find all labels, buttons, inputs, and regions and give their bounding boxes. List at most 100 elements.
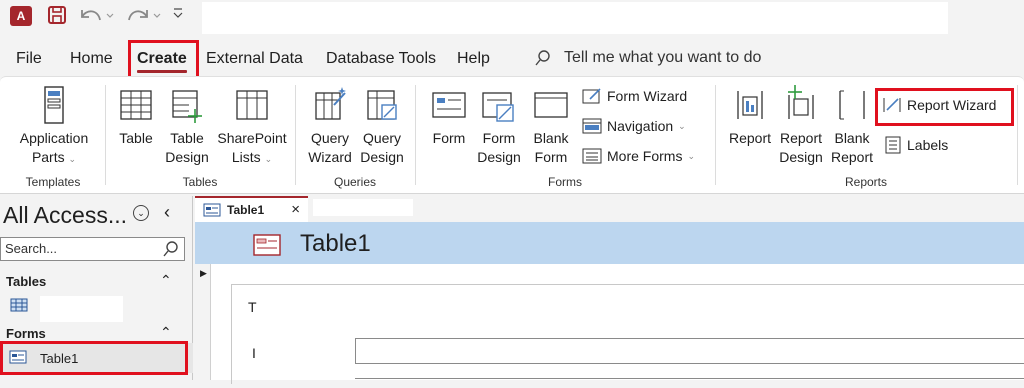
table-label: Table <box>119 130 153 146</box>
table-design-button[interactable]: Table Design <box>164 85 210 167</box>
form-body: ▶ T I <box>195 264 1024 384</box>
chevron-left-icon[interactable]: ‹ <box>164 202 170 223</box>
table-design-label-1: Table <box>170 130 204 146</box>
customize-toolbar-icon[interactable] <box>172 6 184 23</box>
application-parts-label-2: Parts <box>31 149 65 165</box>
nav-pane-title[interactable]: All Access... <box>3 202 127 229</box>
application-parts-button[interactable]: Application Parts ⌄ <box>14 85 94 169</box>
more-forms-label: More Forms <box>607 148 683 164</box>
table-icon <box>10 298 28 315</box>
navigation-icon <box>582 118 602 134</box>
labels-label: Labels <box>907 137 949 153</box>
chevron-down-icon: ⌄ <box>264 154 273 164</box>
form-wizard-icon <box>582 88 601 104</box>
table-button[interactable]: Table <box>116 85 156 148</box>
tab-label: Table1 <box>227 203 265 217</box>
navigation-label: Navigation <box>607 118 674 134</box>
tell-me-search[interactable]: Tell me what you want to do <box>534 49 761 67</box>
field-label: I <box>252 345 256 361</box>
chevron-down-icon[interactable]: ⌄ <box>133 205 149 221</box>
form-detail-area: T I <box>231 284 1024 384</box>
tab-home[interactable]: Home <box>70 50 113 68</box>
report-button[interactable]: Report <box>726 85 774 148</box>
blank-report-icon <box>839 90 865 120</box>
group-label-queries: Queries <box>333 175 377 189</box>
record-selector[interactable]: ▶ <box>195 264 211 380</box>
nav-item-table[interactable] <box>40 296 123 322</box>
form-icon <box>203 203 221 217</box>
report-design-icon <box>788 85 814 119</box>
redo-icon[interactable] <box>125 4 165 29</box>
table-icon <box>120 90 152 120</box>
form-icon <box>253 234 281 259</box>
query-wizard-label-1: Query <box>310 130 350 146</box>
query-design-label-1: Query <box>362 130 402 146</box>
group-label-templates: Templates <box>25 175 81 189</box>
highlight-nav-item-table1 <box>0 341 188 375</box>
form-design-label-1: Form <box>482 130 516 146</box>
tab-placeholder[interactable] <box>313 199 413 216</box>
tab-help[interactable]: Help <box>457 50 490 68</box>
undo-icon[interactable] <box>78 4 118 29</box>
access-logo-icon: A <box>10 6 32 26</box>
report-design-label-1: Report <box>779 130 823 146</box>
group-label-tables: Tables <box>182 175 218 189</box>
table-design-label-2: Design <box>165 149 209 165</box>
quick-access-toolbar: A <box>0 0 1024 38</box>
group-forms: Form Form Design Blank Form Form Wizard … <box>416 77 714 195</box>
tab-table1[interactable]: Table1 × <box>195 196 308 222</box>
table-design-icon <box>172 90 202 123</box>
sharepoint-lists-label-2: Lists <box>231 149 261 165</box>
tell-me-text: Tell me what you want to do <box>564 49 762 66</box>
tab-file[interactable]: File <box>16 50 42 68</box>
separator <box>1017 85 1018 185</box>
sharepoint-lists-icon <box>236 90 268 120</box>
form-design-label-2: Design <box>477 149 521 165</box>
form-wizard-button[interactable]: Form Wizard <box>582 87 687 105</box>
blank-form-label-2: Form <box>534 149 568 165</box>
sharepoint-lists-label-1: SharePoint <box>217 130 287 146</box>
close-icon[interactable]: × <box>291 201 300 218</box>
group-templates: Application Parts ⌄ Templates <box>0 77 106 195</box>
form-design-icon <box>482 92 514 122</box>
blank-report-button[interactable]: Blank Report <box>828 85 876 167</box>
query-wizard-label-2: Wizard <box>308 149 352 165</box>
nav-search-input[interactable]: Search... <box>0 237 185 261</box>
tab-database-tools[interactable]: Database Tools <box>326 50 436 68</box>
chevron-up-icon[interactable]: ⌃ <box>160 324 172 341</box>
tab-external-data[interactable]: External Data <box>206 50 303 68</box>
chevron-down-icon: ⌄ <box>687 150 695 161</box>
form-title: Table1 <box>300 230 371 257</box>
form-design-button[interactable]: Form Design <box>476 85 522 167</box>
nav-section-forms[interactable]: Forms <box>6 326 46 341</box>
ribbon: Application Parts ⌄ Templates Table Tabl… <box>0 76 1024 194</box>
query-wizard-button[interactable]: Query Wizard <box>304 85 356 167</box>
group-queries: Query Wizard Query Design Queries <box>296 77 414 195</box>
query-design-label-2: Design <box>360 149 404 165</box>
query-design-icon <box>367 90 397 120</box>
text-field[interactable] <box>355 338 1024 364</box>
blank-report-label-2: Report <box>830 149 874 165</box>
save-icon[interactable] <box>47 4 67 29</box>
query-design-button[interactable]: Query Design <box>356 85 408 167</box>
sharepoint-lists-button[interactable]: SharePoint Lists ⌄ <box>212 85 292 169</box>
form-label: Form <box>432 130 466 146</box>
group-tables: Table Table Design SharePoint Lists ⌄ Ta… <box>106 77 294 195</box>
blank-form-icon <box>534 92 568 118</box>
nav-section-tables[interactable]: Tables <box>6 274 46 289</box>
search-icon[interactable] <box>162 240 180 261</box>
report-design-button[interactable]: Report Design <box>778 85 824 167</box>
field-label: T <box>248 299 257 315</box>
group-label-reports: Reports <box>844 175 888 189</box>
chevron-up-icon[interactable]: ⌃ <box>160 272 172 289</box>
labels-button[interactable]: Labels <box>884 135 948 155</box>
form-wizard-label: Form Wizard <box>607 88 688 104</box>
navigation-button[interactable]: Navigation ⌄ <box>582 117 686 135</box>
blank-report-label-1: Blank <box>834 130 870 146</box>
blank-form-button[interactable]: Blank Form <box>528 85 574 167</box>
report-icon <box>737 91 763 119</box>
form-button[interactable]: Form <box>428 85 470 148</box>
more-forms-button[interactable]: More Forms ⌄ <box>582 147 695 165</box>
form-icon <box>432 92 466 118</box>
play-icon: ▶ <box>200 268 207 278</box>
